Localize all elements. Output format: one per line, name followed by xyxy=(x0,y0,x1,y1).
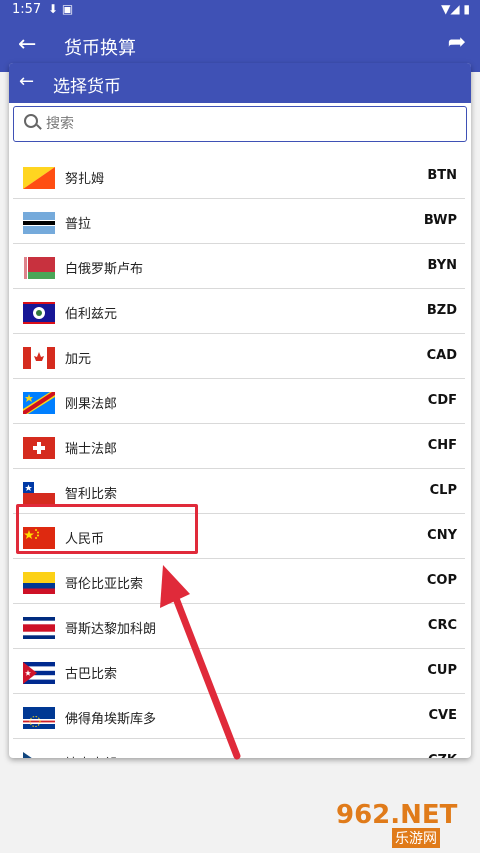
currency-name: 智利比索 xyxy=(65,487,118,502)
dialog-header: ← 选择货币 xyxy=(9,63,471,103)
currency-row-cop[interactable]: 哥伦比亚比索 COP xyxy=(13,559,465,604)
dialog-title: 选择货币 xyxy=(53,77,121,97)
flag-bzd-icon xyxy=(23,302,55,324)
currency-code: COP xyxy=(426,573,457,588)
currency-code: CZK xyxy=(428,753,457,758)
currency-code: CAD xyxy=(426,348,457,363)
flag-byn-icon xyxy=(23,257,55,279)
share-icon[interactable]: ➦ xyxy=(448,30,466,55)
battery-icon: ▼◢ ▮ xyxy=(441,2,470,16)
currency-list[interactable]: 努扎姆 BTN 普拉 BWP 白俄罗斯卢布 BYN 伯利兹元 BZD 加元 CAD 刚果法郎 CDF 瑞… xyxy=(13,154,465,758)
currency-name: 伯利兹元 xyxy=(65,307,118,322)
currency-name: 普拉 xyxy=(65,217,92,232)
search-input[interactable] xyxy=(44,111,448,137)
currency-row-bzd[interactable]: 伯利兹元 BZD xyxy=(13,289,465,334)
currency-code: CRC xyxy=(427,618,457,633)
flag-cve-icon xyxy=(23,707,55,729)
currency-picker-dialog: ← 选择货币 努扎姆 BTN 普拉 BWP 白俄罗斯卢布 BYN 伯利兹元 BZD 加元 CAD 刚… xyxy=(9,63,471,758)
highlight-box xyxy=(16,504,198,554)
currency-row-crc[interactable]: 哥斯达黎加科朗 CRC xyxy=(13,604,465,649)
currency-code: BWP xyxy=(423,213,457,228)
search-box[interactable] xyxy=(13,106,467,142)
flag-btn-icon xyxy=(23,167,55,189)
flag-cup-icon xyxy=(23,662,55,684)
currency-code: BYN xyxy=(427,258,458,273)
back-arrow-icon[interactable]: ← xyxy=(18,32,36,57)
currency-row-bwp[interactable]: 普拉 BWP xyxy=(13,199,465,244)
search-icon xyxy=(24,114,38,128)
currency-code: CDF xyxy=(427,393,457,408)
currency-name: 刚果法郎 xyxy=(65,397,118,412)
watermark-sub: 乐游网 xyxy=(392,828,440,848)
flag-bwp-icon xyxy=(23,212,55,234)
currency-row-byn[interactable]: 白俄罗斯卢布 BYN xyxy=(13,244,465,289)
flag-cop-icon xyxy=(23,572,55,594)
currency-row-czk[interactable]: 捷克克朗 CZK xyxy=(13,739,465,758)
currency-name: 捷克克朗 xyxy=(65,753,117,758)
currency-row-btn[interactable]: 努扎姆 BTN xyxy=(13,154,465,199)
status-bar: 1:57 ⬇ ▣ ▼◢ ▮ xyxy=(0,0,480,20)
currency-row-cad[interactable]: 加元 CAD xyxy=(13,334,465,379)
currency-row-chf[interactable]: 瑞士法郎 CHF xyxy=(13,424,465,469)
watermark-main: 962.NET xyxy=(336,800,458,830)
flag-cdf-icon xyxy=(23,392,55,414)
currency-name: 古巴比索 xyxy=(65,667,118,682)
flag-czk-icon xyxy=(23,752,55,758)
currency-name: 努扎姆 xyxy=(65,172,105,187)
currency-name: 白俄罗斯卢布 xyxy=(65,262,144,277)
flag-clp-icon xyxy=(23,482,55,504)
currency-row-cdf[interactable]: 刚果法郎 CDF xyxy=(13,379,465,424)
currency-row-cup[interactable]: 古巴比索 CUP xyxy=(13,649,465,694)
currency-name: 佛得角埃斯库多 xyxy=(65,712,157,727)
flag-cad-icon xyxy=(23,347,55,369)
flag-crc-icon xyxy=(23,617,55,639)
watermark-logo: 962.NET 乐游网 xyxy=(336,800,472,848)
currency-code: CUP xyxy=(427,663,457,678)
download-icon: ⬇ ▣ xyxy=(48,2,74,16)
currency-code: CHF xyxy=(427,438,457,453)
currency-name: 瑞士法郎 xyxy=(65,442,118,457)
currency-name: 哥斯达黎加科朗 xyxy=(65,622,157,637)
currency-name: 加元 xyxy=(65,352,92,367)
currency-code: BZD xyxy=(426,303,457,318)
currency-code: BTN xyxy=(427,168,457,183)
status-time: 1:57 xyxy=(12,2,42,17)
currency-code: CNY xyxy=(427,528,457,543)
currency-code: CVE xyxy=(428,708,457,723)
dialog-back-arrow-icon[interactable]: ← xyxy=(19,71,34,92)
currency-row-cve[interactable]: 佛得角埃斯库多 CVE xyxy=(13,694,465,739)
currency-code: CLP xyxy=(429,483,457,498)
app-title: 货币换算 xyxy=(64,38,136,59)
currency-name: 哥伦比亚比索 xyxy=(65,577,144,592)
flag-chf-icon xyxy=(23,437,55,459)
